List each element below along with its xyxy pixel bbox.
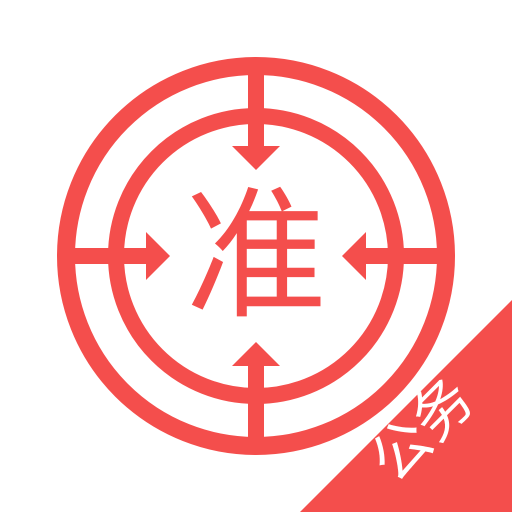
crosshair-target-icon: 准 公务 [57,57,512,512]
app-icon: 准 公务 [0,0,512,512]
main-character: 准 [185,174,327,339]
corner-ribbon: 公务 [300,300,512,512]
